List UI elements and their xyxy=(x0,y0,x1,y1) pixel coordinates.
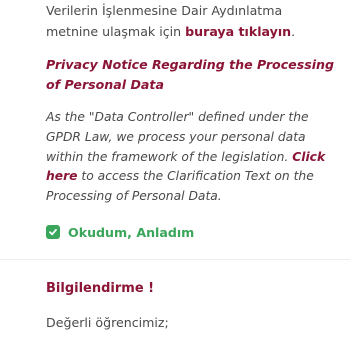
consent-checkbox-row[interactable]: Okudum, Anladım xyxy=(46,222,194,242)
tr-notice-suffix: . xyxy=(291,24,296,39)
privacy-body-line-2: GPDR Law, we process your personal data xyxy=(46,129,306,144)
consent-checkbox[interactable] xyxy=(46,225,60,239)
tr-notice-line-2: metnine ulaşmak için buraya tıklayın. xyxy=(46,21,336,42)
turkish-privacy-notice: Verilerin İşlenmesine Dair Aydınlatma me… xyxy=(46,0,336,42)
tr-notice-line-1: Verilerin İşlenmesine Dair Aydınlatma xyxy=(46,3,283,18)
greeting-text: Değerli öğrencimiz; xyxy=(46,315,169,330)
privacy-body-line-4-text: to access the Clarification Text on the xyxy=(77,169,314,184)
section-heading: Bilgilendirme ! xyxy=(46,281,155,296)
click-here-link-part-2[interactable]: here xyxy=(46,169,78,183)
privacy-notice-body: As the "Data Controller" defined under t… xyxy=(46,108,342,207)
privacy-consent-panel: Verilerin İşlenmesine Dair Aydınlatma me… xyxy=(0,0,350,350)
privacy-notice-title: Privacy Notice Regarding the Processing … xyxy=(46,55,336,95)
privacy-notice-title-line-2: of Personal Data xyxy=(46,77,164,92)
click-here-link-part-1[interactable]: Click xyxy=(292,150,325,164)
section-divider xyxy=(0,259,350,260)
privacy-body-line-4: here to access the Clarification Text on… xyxy=(46,167,342,187)
privacy-notice-title-line-1: Privacy Notice Regarding the Processing xyxy=(46,57,335,72)
privacy-body-line-3: within the framework of the legislation.… xyxy=(46,148,342,168)
privacy-body-line-5: Processing of Personal Data. xyxy=(46,189,222,204)
tr-clarification-link[interactable]: buraya tıklayın xyxy=(185,24,291,39)
privacy-body-line-3-text: within the framework of the legislation. xyxy=(46,149,293,164)
consent-label[interactable]: Okudum, Anladım xyxy=(68,225,194,240)
tr-notice-prefix: metnine ulaşmak için xyxy=(46,24,186,39)
privacy-body-line-1: As the "Data Controller" defined under t… xyxy=(46,110,309,124)
checkmark-icon xyxy=(49,228,57,236)
